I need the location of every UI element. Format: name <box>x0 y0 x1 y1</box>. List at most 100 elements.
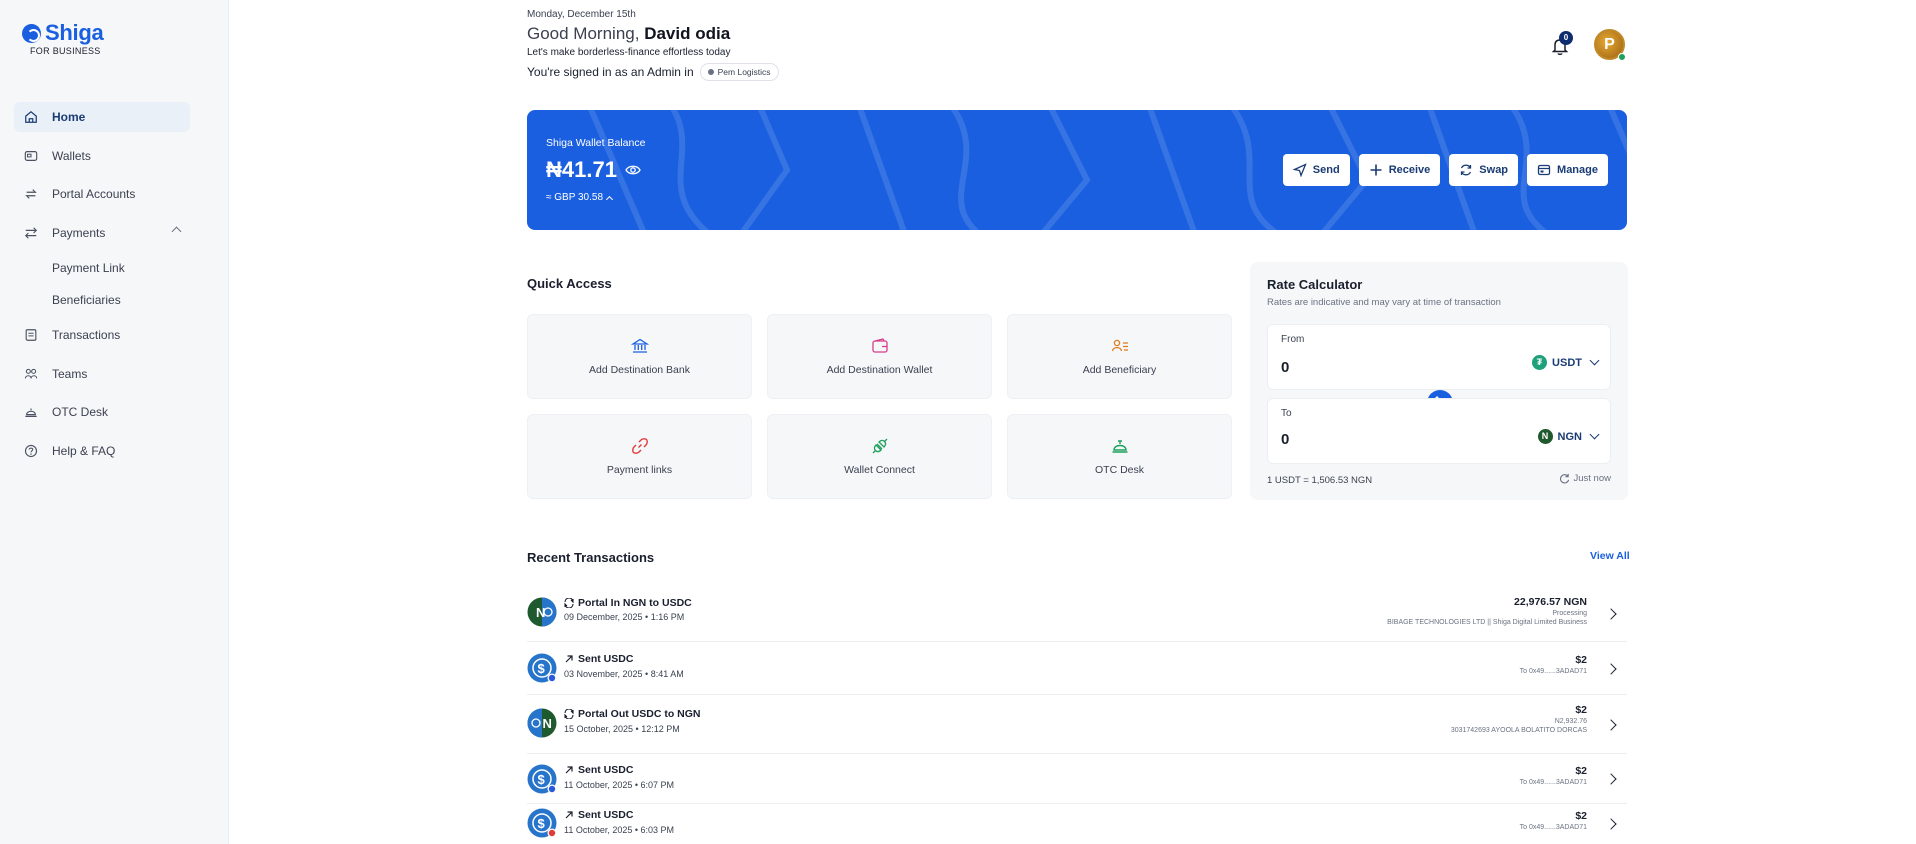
chevron-up-icon <box>605 195 614 203</box>
convert-icon <box>564 709 574 719</box>
from-currency-select[interactable]: ₮ USDT <box>1532 355 1600 370</box>
transaction-row[interactable]: $ Sent USDC 11 October, 2025 • 6:03 PM $… <box>527 804 1627 844</box>
brand-name: Shiga <box>45 20 104 45</box>
quick-add-destination-bank[interactable]: Add Destination Bank <box>527 314 752 399</box>
arrow-up-right-icon <box>565 766 573 774</box>
transaction-recipient: To 0x49......3ADAD71 <box>1519 779 1587 786</box>
transaction-title-text: Sent USDC <box>578 809 634 821</box>
sidebar-item-home[interactable]: Home <box>14 102 190 132</box>
transaction-title: Sent USDC <box>564 653 633 665</box>
sidebar-item-label: Transactions <box>52 328 121 342</box>
balance-amount: ₦41.71 <box>546 157 617 182</box>
transfer-icon <box>24 226 38 239</box>
to-currency-select[interactable]: N NGN <box>1537 429 1600 444</box>
transaction-amount: $2 <box>1575 704 1587 716</box>
recent-transactions-title: Recent Transactions <box>527 550 655 565</box>
quick-wallet-connect[interactable]: Wallet Connect <box>767 414 992 499</box>
swap-button[interactable]: Swap <box>1449 154 1519 186</box>
sidebar-nav: Home Wallets Portal Accounts Payments Pa… <box>14 102 190 474</box>
transaction-title: Portal In NGN to USDC <box>564 597 692 609</box>
brand-logo[interactable]: Shiga FOR BUSINESS <box>22 20 104 56</box>
svg-text:$: $ <box>538 816 546 831</box>
sidebar-item-transactions[interactable]: Transactions <box>14 320 190 350</box>
transaction-title: Sent USDC <box>564 809 633 821</box>
transaction-amount: $2 <box>1575 810 1587 822</box>
transaction-row[interactable]: $ Sent USDC 03 November, 2025 • 8:41 AM … <box>527 642 1627 695</box>
transaction-recipient: To 0x49......3ADAD71 <box>1519 824 1587 831</box>
signed-in-info: You're signed in as an Admin in Pem Logi… <box>527 63 779 81</box>
transaction-amount: 22,976.57 NGN <box>1514 596 1587 608</box>
svg-text:$: $ <box>538 772 546 787</box>
chevron-right-icon <box>1605 818 1617 830</box>
quick-payment-links[interactable]: Payment links <box>527 414 752 499</box>
sidebar-subitem-payment-link[interactable]: Payment Link <box>14 256 190 280</box>
balance-conversion[interactable]: ≈ GBP 30.58 <box>546 192 614 203</box>
transaction-title: Sent USDC <box>564 764 633 776</box>
quick-otc-desk[interactable]: OTC Desk <box>1007 414 1232 499</box>
swap-label: Swap <box>1479 164 1509 176</box>
rate-calculator-subtitle: Rates are indicative and may vary at tim… <box>1267 297 1501 308</box>
rate-from-box: From 0 ₮ USDT <box>1267 324 1611 390</box>
tile-label: Add Beneficiary <box>1082 364 1157 376</box>
to-amount-input[interactable]: 0 <box>1281 431 1289 448</box>
sidebar-item-portal-accounts[interactable]: Portal Accounts <box>14 179 190 209</box>
rate-refresh[interactable]: Just now <box>1559 473 1612 484</box>
sidebar-item-label: Payments <box>52 225 106 240</box>
greeting: Good Morning, David odia <box>527 24 730 44</box>
transaction-converted-amount: N2,932.76 <box>1554 718 1587 725</box>
manage-button[interactable]: Manage <box>1527 154 1608 186</box>
signed-in-text: You're signed in as an Admin in <box>527 65 694 79</box>
wallet-icon <box>24 150 38 161</box>
swap-icon <box>1461 164 1472 176</box>
from-amount-input[interactable]: 0 <box>1281 359 1289 376</box>
transaction-row[interactable]: $ Sent USDC 11 October, 2025 • 6:07 PM $… <box>527 754 1627 804</box>
team-icon <box>24 368 38 379</box>
transaction-row[interactable]: N Portal In NGN to USDC 09 December, 202… <box>527 588 1627 642</box>
quick-add-destination-wallet[interactable]: Add Destination Wallet <box>767 314 992 399</box>
shiga-logo-icon <box>22 23 41 43</box>
brand-tagline: FOR BUSINESS <box>30 46 101 56</box>
chevron-right-icon <box>1605 719 1617 731</box>
send-button[interactable]: Send <box>1282 154 1350 186</box>
transaction-counterparty: 3031742693 AYOOLA BOLATITO DORCAS <box>1450 727 1587 734</box>
plus-icon <box>1370 164 1382 176</box>
card-icon <box>1537 164 1551 176</box>
sidebar-item-otc-desk[interactable]: OTC Desk <box>14 397 190 427</box>
help-icon <box>24 444 38 457</box>
sidebar-item-wallets[interactable]: Wallets <box>14 141 190 171</box>
refresh-time: Just now <box>1573 473 1612 484</box>
sidebar-item-teams[interactable]: Teams <box>14 359 190 389</box>
transaction-row[interactable]: N Portal Out USDC to NGN 15 October, 202… <box>527 695 1627 754</box>
transaction-title-text: Portal Out USDC to NGN <box>578 708 701 720</box>
receive-label: Receive <box>1388 164 1431 176</box>
transaction-details: $2 N2,932.76 3031742693 AYOOLA BOLATITO … <box>1451 704 1587 734</box>
usdt-icon: ₮ <box>1532 355 1548 370</box>
usdc-ngn-icon: N <box>527 708 557 738</box>
sidebar-item-payments[interactable]: Payments <box>14 218 190 248</box>
chevron-up-icon <box>171 226 182 236</box>
receive-button[interactable]: Receive <box>1358 154 1441 186</box>
greeting-text: Good Morning, <box>527 24 640 43</box>
sidebar-item-help[interactable]: Help & FAQ <box>14 436 190 466</box>
svg-text:N: N <box>543 716 552 731</box>
org-switcher[interactable]: Pem Logistics <box>699 63 779 81</box>
quick-add-beneficiary[interactable]: Add Beneficiary <box>1007 314 1232 399</box>
transaction-details: $2 To 0x49......3ADAD71 <box>1520 654 1587 675</box>
eye-icon[interactable] <box>625 162 641 178</box>
view-all-link[interactable]: View All <box>1590 550 1630 562</box>
tile-label: Payment links <box>606 464 673 476</box>
transaction-date: 11 October, 2025 • 6:03 PM <box>564 825 675 835</box>
portal-icon <box>25 189 37 199</box>
transaction-amount: $2 <box>1575 765 1587 777</box>
transaction-details: $2 To 0x49......3ADAD71 <box>1520 810 1587 831</box>
from-currency: USDT <box>1552 356 1582 369</box>
chevron-down-icon <box>1589 429 1600 440</box>
balance-label: Shiga Wallet Balance <box>546 137 646 149</box>
send-icon <box>1292 163 1307 177</box>
ngn-usdc-icon: N <box>527 597 557 627</box>
transaction-status: Processing <box>1552 610 1587 617</box>
sidebar-subitem-beneficiaries[interactable]: Beneficiaries <box>14 288 190 312</box>
refresh-icon <box>1559 473 1569 484</box>
rate-to-box: To 0 N NGN <box>1267 398 1611 464</box>
transaction-date: 15 October, 2025 • 12:12 PM <box>564 724 680 734</box>
